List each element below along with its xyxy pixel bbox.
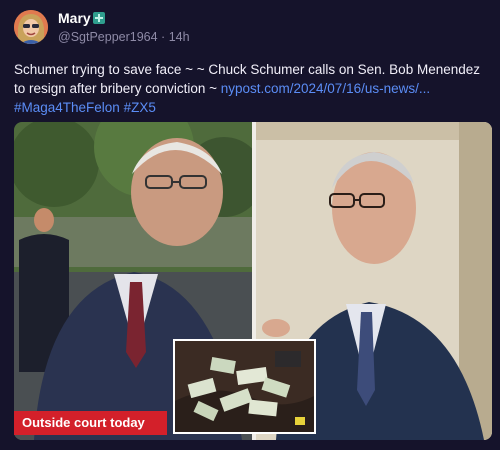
post-text: Schumer trying to save face ~ ~ Chuck Sc… [14,60,490,117]
meta-separator: · [157,30,169,44]
author-meta: @SgtPepper1964 · 14h [58,30,190,44]
avatar[interactable] [14,10,48,44]
article-link[interactable]: nypost.com/2024/07/16/us-news/... [221,81,430,96]
author-handle[interactable]: @SgtPepper1964 [58,30,158,44]
cash-inset-image [173,339,316,434]
verified-badge-icon [93,12,105,24]
post-timestamp[interactable]: 14h [169,30,190,44]
media-caption: Outside court today [14,411,167,435]
post-card[interactable]: Mary @SgtPepper1964 · 14h Schumer trying… [0,0,500,450]
hashtag-link[interactable]: #ZX5 [124,100,156,115]
hashtag-link[interactable]: #Maga4TheFelon [14,100,120,115]
author-name[interactable]: Mary [58,10,91,26]
